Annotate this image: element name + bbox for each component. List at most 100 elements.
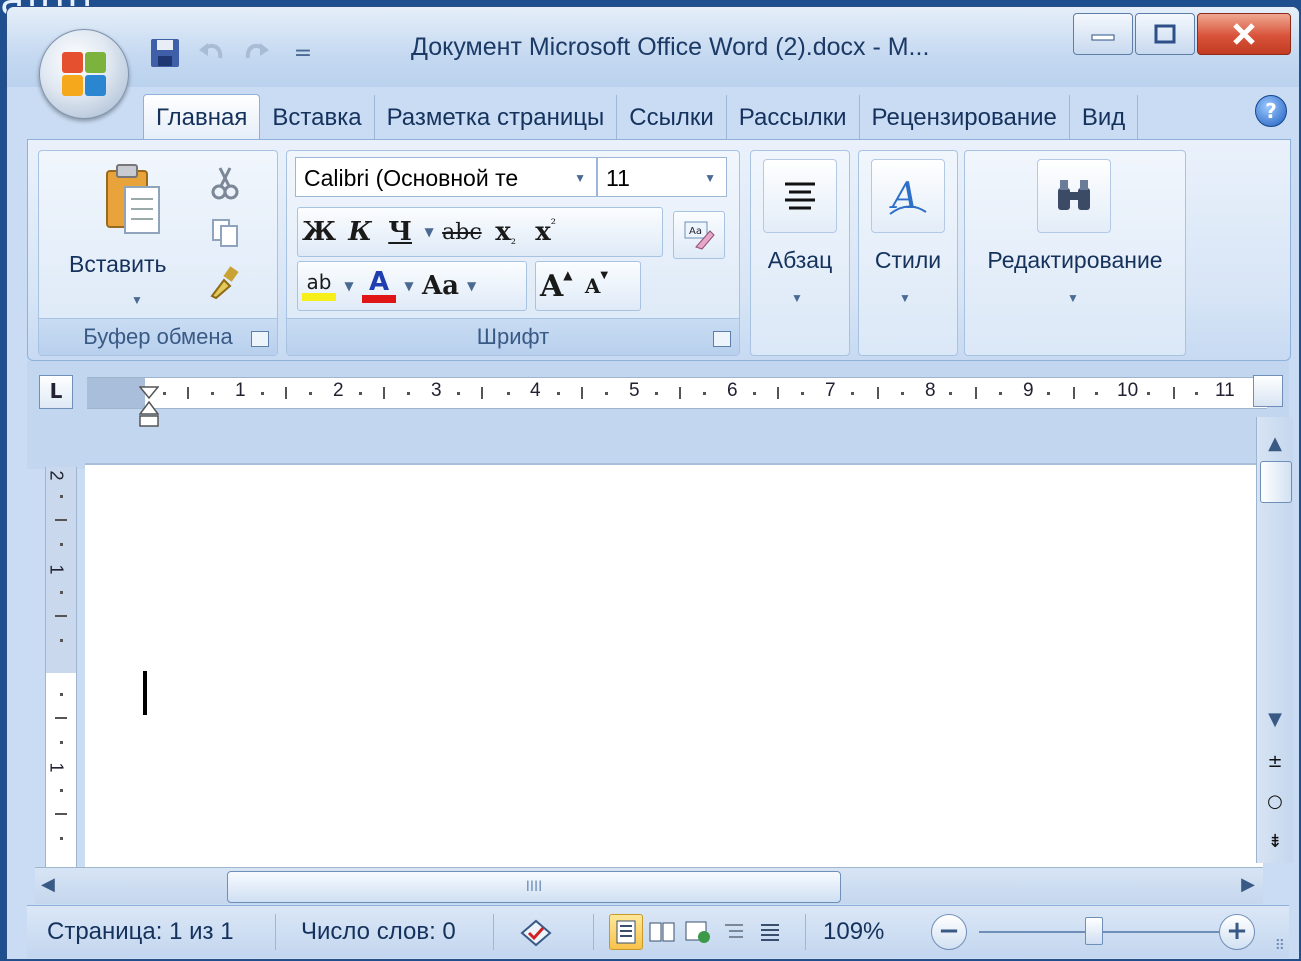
outline-view-icon[interactable]	[717, 914, 751, 950]
subscript-button[interactable]: x₂	[486, 209, 526, 255]
proofing-icon[interactable]	[513, 914, 559, 950]
font-name-combo[interactable]: Calibri (Основной те ▼	[295, 157, 597, 197]
bold-button[interactable]: Ж	[298, 209, 340, 255]
change-case-button[interactable]: Aa	[418, 263, 463, 309]
vruler-number: 1	[46, 762, 67, 773]
indent-marker-icon[interactable]	[139, 386, 159, 442]
cut-icon[interactable]	[205, 163, 245, 203]
scroll-up-icon[interactable]: ▲	[1261, 429, 1289, 457]
underline-button[interactable]: Ч	[380, 209, 420, 255]
change-case-dropdown-icon[interactable]: ▼	[463, 263, 480, 309]
strikethrough-button[interactable]: abc	[438, 209, 486, 255]
vertical-ruler[interactable]: 2 1 1	[45, 467, 77, 867]
editing-group[interactable]: Редактирование ▼	[964, 150, 1186, 356]
horizontal-ruler[interactable]: 1 2 3 4 5 6 7 8 9 10 11	[87, 377, 1267, 427]
tab-mailings[interactable]: Рассылки	[727, 95, 860, 141]
minimize-button[interactable]	[1073, 13, 1133, 55]
view-ruler-icon[interactable]	[1253, 375, 1283, 407]
status-bar: Страница: 1 из 1 Число слов: 0 109% − +	[27, 905, 1289, 958]
font-launcher-icon[interactable]	[713, 331, 731, 347]
highlight-dropdown-icon[interactable]: ▼	[340, 263, 358, 309]
draft-view-icon[interactable]	[753, 914, 787, 950]
tab-selector-button[interactable]: L	[39, 375, 73, 409]
clipboard-group: Вставить ▼ Буфер обмена	[38, 150, 278, 356]
full-screen-reading-icon[interactable]	[645, 914, 679, 950]
resize-grip-icon[interactable]: ⠿	[1275, 938, 1285, 954]
paste-button[interactable]: Вставить ▼	[55, 157, 185, 307]
vruler-number: 2	[46, 470, 67, 481]
zoom-in-button[interactable]: +	[1219, 914, 1255, 950]
help-icon[interactable]: ?	[1255, 95, 1287, 127]
redo-icon[interactable]	[239, 35, 275, 71]
copy-icon[interactable]	[205, 213, 245, 253]
print-layout-view-icon[interactable]	[609, 914, 643, 950]
tab-references[interactable]: Ссылки	[617, 95, 727, 141]
zoom-out-button[interactable]: −	[931, 914, 967, 950]
font-size-dropdown-icon: ▼	[704, 171, 716, 185]
font-color-button[interactable]: A	[358, 263, 400, 309]
customize-qat-icon[interactable]: =	[285, 35, 321, 71]
paragraph-group[interactable]: Абзац ▼	[750, 150, 850, 356]
select-browse-object-icon[interactable]: ○	[1261, 787, 1289, 815]
window-title: Документ Microsoft Office Word (2).docx …	[411, 33, 930, 61]
office-button[interactable]	[39, 29, 129, 119]
scroll-left-icon[interactable]: ◀	[41, 874, 55, 895]
underline-dropdown-icon[interactable]: ▼	[420, 209, 438, 255]
undo-icon[interactable]	[193, 35, 229, 71]
ruler-number: 5	[629, 380, 640, 401]
tab-page-layout[interactable]: Разметка страницы	[375, 95, 618, 141]
word-count[interactable]: Число слов: 0	[301, 918, 456, 946]
web-layout-icon[interactable]	[681, 914, 715, 950]
font-color-row: ab ▼ A ▼ Aa ▼	[297, 261, 527, 311]
vertical-scrollbar[interactable]: ▲ ▼ ± ○ ⇟	[1256, 417, 1293, 863]
font-size-combo[interactable]: 11 ▼	[597, 157, 727, 197]
vertical-scroll-thumb[interactable]	[1260, 461, 1292, 503]
zoom-level[interactable]: 109%	[823, 918, 884, 946]
scroll-right-icon[interactable]: ▶	[1241, 874, 1255, 895]
horizontal-scrollbar[interactable]: ◀ IIII ▶	[35, 867, 1263, 904]
maximize-icon	[1154, 24, 1176, 44]
quick-access-toolbar: =	[147, 33, 321, 73]
editing-dropdown-icon: ▼	[1067, 291, 1079, 305]
maximize-button[interactable]	[1135, 13, 1195, 55]
shrink-font-button[interactable]: A ▼	[577, 263, 617, 309]
ruler-area: L 1 2 3 4 5 6 7 8 9 10 11	[27, 361, 1289, 469]
font-name-value: Calibri (Основной те	[304, 165, 519, 191]
superscript-button[interactable]: x²	[526, 209, 566, 255]
grow-font-button[interactable]: A ▲	[536, 263, 577, 309]
highlight-button[interactable]: ab	[298, 263, 340, 309]
tab-review[interactable]: Рецензирование	[860, 95, 1070, 141]
clear-formatting-icon[interactable]: Aa	[673, 211, 725, 259]
font-size-value: 11	[606, 165, 630, 191]
word-window: = Документ Microsoft Office Word (2).doc…	[6, 6, 1300, 960]
zoom-slider-thumb[interactable]	[1085, 917, 1103, 945]
save-icon[interactable]	[147, 35, 183, 71]
styles-group[interactable]: A Стили ▼	[858, 150, 958, 356]
font-size-row: A ▲ A ▼	[535, 261, 641, 311]
ribbon: Вставить ▼ Буфер обмена Calibri (Основно…	[27, 139, 1291, 361]
next-page-icon[interactable]: ⇟	[1261, 827, 1289, 855]
italic-button[interactable]: К	[340, 209, 380, 255]
close-icon	[1233, 23, 1255, 45]
paste-dropdown-icon[interactable]: ▼	[131, 283, 143, 310]
clipboard-group-label: Буфер обмена	[39, 318, 277, 355]
format-painter-icon[interactable]	[205, 263, 245, 303]
tab-home[interactable]: Главная	[143, 94, 261, 141]
previous-page-icon[interactable]: ±	[1261, 747, 1289, 775]
document-page[interactable]	[85, 463, 1263, 869]
highlight-color-swatch	[302, 293, 336, 301]
clipboard-launcher-icon[interactable]	[251, 331, 269, 347]
tab-view[interactable]: Вид	[1070, 95, 1139, 141]
font-color-dropdown-icon[interactable]: ▼	[400, 263, 418, 309]
ruler-number: 10	[1117, 380, 1139, 401]
close-button[interactable]	[1197, 13, 1291, 55]
tab-insert[interactable]: Вставка	[260, 95, 375, 141]
paragraph-dropdown-icon: ▼	[791, 291, 803, 305]
styles-icon: A	[871, 159, 945, 233]
scroll-down-icon[interactable]: ▼	[1261, 705, 1289, 733]
ruler-number: 4	[530, 380, 541, 401]
page-count[interactable]: Страница: 1 из 1	[47, 918, 234, 946]
ruler-number: 7	[825, 380, 836, 401]
text-cursor	[143, 671, 147, 715]
horizontal-scroll-thumb[interactable]: IIII	[227, 871, 841, 903]
